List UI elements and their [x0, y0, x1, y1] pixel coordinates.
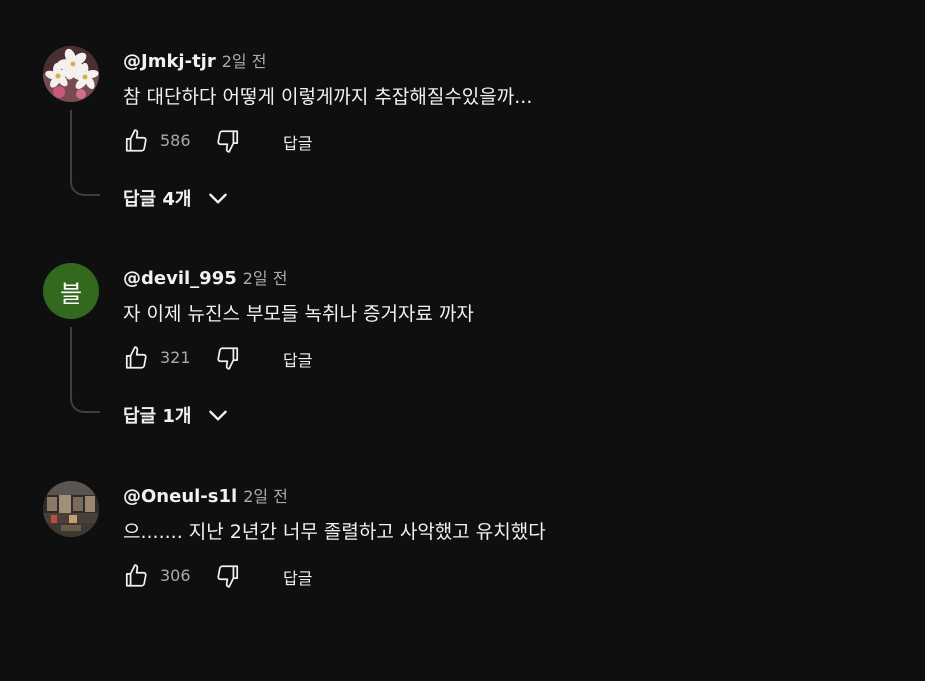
like-count: 306 [160, 566, 191, 585]
reply-button[interactable]: 답글 [283, 130, 312, 154]
reply-button[interactable]: 답글 [283, 347, 312, 371]
chevron-down-icon [209, 410, 228, 421]
avatar[interactable] [43, 46, 99, 102]
comment-text: 참 대단하다 어떻게 이렇게까지 추잡해질수있을까... [123, 86, 533, 108]
comment-author[interactable]: @Jmkj-tjr [123, 51, 216, 72]
like-button[interactable] [123, 345, 149, 371]
comment-header: @devil_995 2일 전 [123, 265, 287, 289]
avatar[interactable] [43, 481, 99, 537]
comment-text: 으....... 지난 2년간 너무 졸렬하고 사악했고 유치했다 [123, 521, 546, 543]
thumb-down-icon [217, 130, 239, 153]
like-button[interactable] [123, 128, 149, 154]
thumb-up-icon [125, 129, 147, 152]
dislike-button[interactable] [215, 345, 241, 371]
thread-line [70, 327, 100, 413]
comment-text: 자 이제 뉴진스 부모들 녹취나 증거자료 까자 [123, 303, 474, 325]
thumb-down-icon [217, 347, 239, 370]
dislike-button[interactable] [215, 128, 241, 154]
dislike-button[interactable] [215, 563, 241, 589]
comment-actions: 321 답글 [123, 345, 383, 371]
chevron-down-icon [209, 193, 228, 204]
room-avatar-image [43, 481, 99, 537]
thumb-up-icon [125, 346, 147, 369]
comment-item: @Oneul-s1l 2일 전 으....... 지난 2년간 너무 졸렬하고 사… [0, 481, 925, 681]
view-replies-button[interactable]: 답글 1개 [123, 402, 231, 428]
comment-header: @Jmkj-tjr 2일 전 [123, 48, 266, 72]
replies-count-label: 답글 1개 [123, 406, 192, 427]
thread-line [70, 110, 100, 196]
comment-author[interactable]: @devil_995 [123, 268, 237, 289]
view-replies-button[interactable]: 답글 4개 [123, 185, 231, 211]
comment-actions: 586 답글 [123, 128, 383, 154]
reply-button[interactable]: 답글 [283, 565, 312, 589]
comment-item: @Jmkj-tjr 2일 전 참 대단하다 어떻게 이렇게까지 추잡해질수있을까.… [0, 46, 925, 246]
comment-author[interactable]: @Oneul-s1l [123, 486, 237, 507]
comment-time[interactable]: 2일 전 [243, 269, 288, 288]
flower-avatar-image [43, 46, 99, 102]
like-count: 321 [160, 348, 191, 367]
like-button[interactable] [123, 563, 149, 589]
comment-actions: 306 답글 [123, 563, 383, 589]
avatar[interactable]: 블 [43, 263, 99, 319]
avatar-letter: 블 [59, 279, 83, 308]
replies-count-label: 답글 4개 [123, 189, 192, 210]
like-count: 586 [160, 131, 191, 150]
thumb-down-icon [217, 565, 239, 588]
comment-item: 블 @devil_995 2일 전 자 이제 뉴진스 부모들 녹취나 증거자료 까… [0, 263, 925, 463]
comment-header: @Oneul-s1l 2일 전 [123, 483, 288, 507]
comment-time[interactable]: 2일 전 [243, 487, 288, 506]
comment-time[interactable]: 2일 전 [222, 52, 267, 71]
thumb-up-icon [125, 564, 147, 587]
